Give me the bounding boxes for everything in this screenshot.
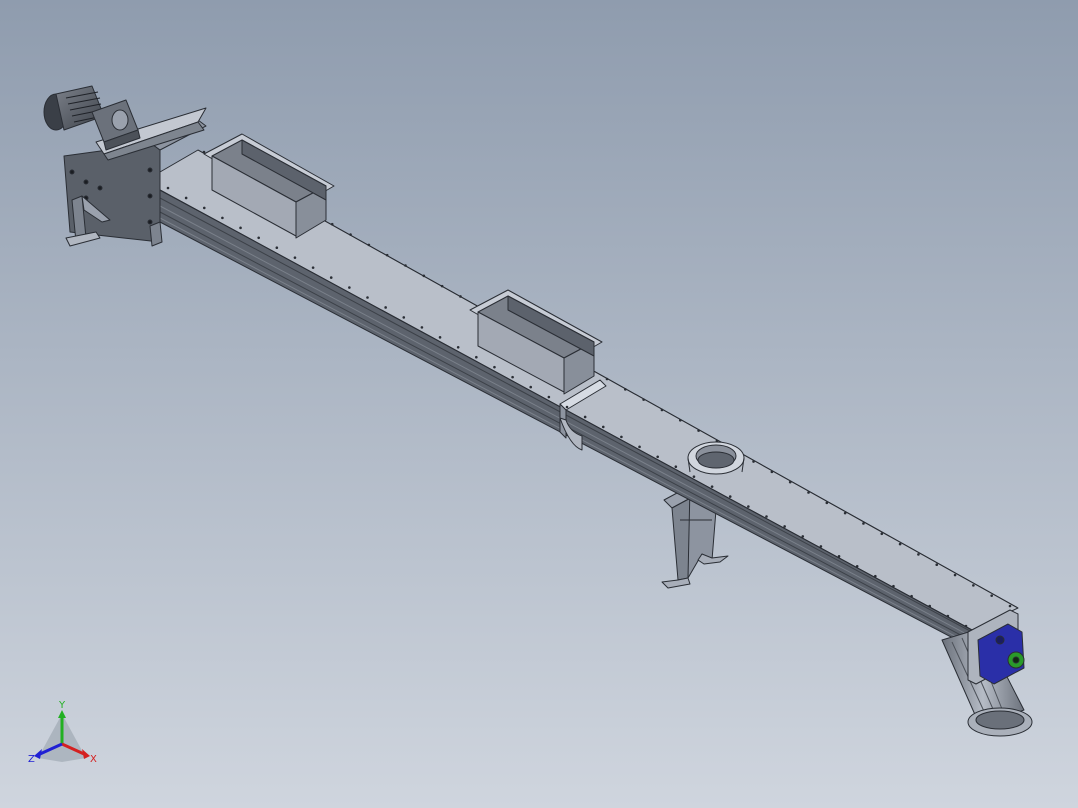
- cover-bolt: [275, 246, 279, 250]
- cover-bolt: [293, 256, 297, 259]
- cover-bolt: [990, 594, 993, 597]
- cover-bolt: [420, 326, 424, 329]
- cover-bolt: [862, 522, 865, 525]
- cover-bolt: [605, 377, 609, 381]
- cover-bolt: [783, 525, 786, 528]
- cover-bolt: [202, 206, 206, 210]
- cover-bolt: [953, 573, 957, 577]
- cover-bolt: [221, 216, 224, 220]
- cover-bolt: [765, 515, 768, 518]
- cover-bolt: [547, 395, 551, 399]
- cover-bolt: [438, 336, 442, 339]
- cover-bolt: [330, 222, 334, 226]
- cover-bolt: [385, 253, 389, 257]
- cover-bolt: [728, 495, 732, 498]
- cover-bolt: [366, 296, 369, 299]
- cover-bolt: [928, 604, 932, 608]
- round-inlet-port[interactable]: [687, 441, 745, 475]
- cover-bolt: [239, 226, 242, 230]
- cover-bolt: [710, 485, 714, 488]
- cover-bolt: [349, 233, 352, 236]
- cover-bolt: [601, 425, 605, 429]
- cad-viewport[interactable]: Y X Z: [0, 0, 1078, 808]
- cover-bolt: [475, 355, 478, 359]
- cover-bolt: [583, 415, 587, 419]
- cover-bolt: [880, 532, 884, 536]
- cover-bolt: [402, 316, 406, 319]
- cover-bolt: [752, 460, 755, 463]
- cover-bolt: [311, 266, 315, 269]
- cover-bolt: [843, 511, 847, 515]
- cover-bolt: [964, 624, 968, 628]
- cover-bolt: [511, 375, 514, 379]
- cover-bolt: [788, 480, 792, 484]
- cover-bolt: [642, 398, 645, 401]
- triad-label-y: Y: [58, 700, 66, 711]
- cover-bolt: [825, 501, 829, 505]
- cover-bolt: [874, 574, 877, 578]
- cover-bolt: [678, 418, 682, 422]
- cover-bolt: [935, 563, 939, 567]
- cover-bolt: [892, 584, 895, 588]
- cover-bolt: [770, 470, 774, 474]
- cover-bolt: [1008, 604, 1012, 608]
- cover-bolt: [946, 614, 950, 618]
- cover-bolt: [819, 545, 823, 548]
- cover-bolt: [166, 186, 170, 190]
- cover-bolt: [747, 505, 750, 508]
- cover-bolt: [348, 286, 351, 289]
- cover-bolt: [801, 535, 805, 538]
- cover-bolt: [898, 542, 902, 546]
- cover-bolt: [456, 345, 460, 349]
- cover-bolt: [972, 584, 975, 587]
- cover-bolt: [367, 243, 371, 247]
- cover-bolt: [624, 388, 627, 391]
- cover-bolt: [202, 150, 206, 154]
- triad-label-x: X: [90, 754, 97, 765]
- cover-bolt: [529, 385, 533, 389]
- cover-bolt: [257, 236, 260, 240]
- cover-bolt: [656, 455, 659, 459]
- cover-bolt: [697, 429, 700, 432]
- cover-bolt: [660, 408, 664, 412]
- cover-bolt: [855, 564, 859, 568]
- cover-bolt: [440, 284, 444, 288]
- cover-bolt: [674, 465, 678, 469]
- cover-bolt: [384, 306, 387, 309]
- cover-bolt: [620, 435, 623, 439]
- cover-bolt: [329, 276, 333, 279]
- cover-bolt: [638, 445, 641, 449]
- cover-bolt: [404, 264, 407, 267]
- cover-bolt: [807, 491, 810, 494]
- cover-bolt: [459, 295, 462, 298]
- cover-bolt: [422, 274, 426, 278]
- cover-bolt: [910, 594, 913, 598]
- cover-bolt: [837, 555, 841, 558]
- cover-bolt: [917, 553, 920, 556]
- cover-bolt: [565, 405, 569, 409]
- cover-bolt: [692, 475, 696, 478]
- cover-bolt: [493, 365, 496, 369]
- cover-bolt: [184, 196, 188, 200]
- triad-label-z: Z: [28, 754, 35, 765]
